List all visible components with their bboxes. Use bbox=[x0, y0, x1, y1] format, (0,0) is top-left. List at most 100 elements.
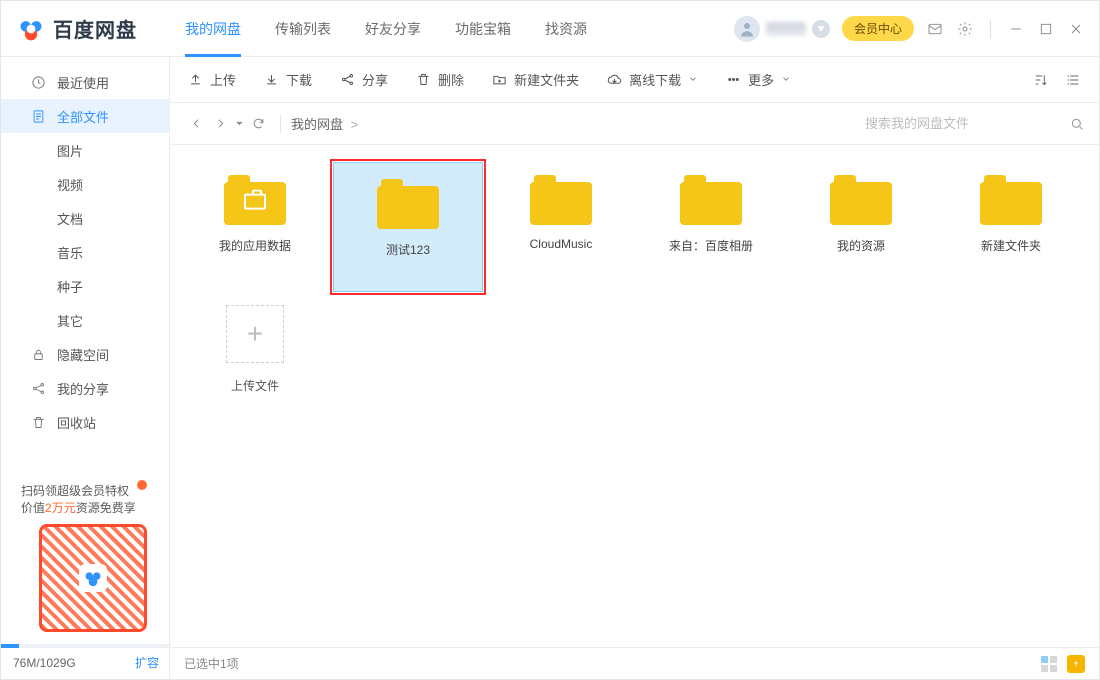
sidebar-item-label: 图片 bbox=[57, 141, 83, 160]
nav-back-button[interactable] bbox=[184, 112, 208, 136]
window-minimize-button[interactable] bbox=[1007, 20, 1025, 38]
list-view-icon[interactable] bbox=[1065, 72, 1081, 88]
breadcrumb-root[interactable]: 我的网盘 bbox=[291, 117, 343, 132]
tab-2[interactable]: 好友分享 bbox=[365, 1, 421, 57]
sidebar-item-label: 隐藏空间 bbox=[57, 345, 109, 364]
promo-line2: 价值2万元资源免费享 bbox=[21, 499, 157, 516]
avatar-icon bbox=[734, 16, 760, 42]
sidebar-item-label: 文档 bbox=[57, 209, 83, 228]
plus-icon: + bbox=[226, 305, 284, 363]
tab-3[interactable]: 功能宝箱 bbox=[455, 1, 511, 57]
trash-icon bbox=[29, 415, 47, 430]
upload-tile[interactable]: + 上传文件 bbox=[180, 295, 330, 425]
folder-item[interactable]: 来自：百度相册 bbox=[636, 159, 786, 289]
upload-icon bbox=[188, 72, 203, 87]
delete-button[interactable]: 删除 bbox=[416, 70, 464, 89]
sidebar-item-video[interactable]: 视频 bbox=[1, 167, 169, 201]
share-icon bbox=[340, 72, 355, 87]
folder-name: 我的资源 bbox=[837, 237, 885, 254]
search-input[interactable] bbox=[865, 116, 1035, 131]
main-panel: 上传 下载 分享 删除 新建文件夹 bbox=[170, 57, 1099, 679]
sidebar-item-label: 种子 bbox=[57, 277, 83, 296]
new-folder-icon bbox=[492, 72, 507, 87]
tab-0[interactable]: 我的网盘 bbox=[185, 1, 241, 57]
sidebar-item-music[interactable]: 音乐 bbox=[1, 235, 169, 269]
share-button[interactable]: 分享 bbox=[340, 70, 388, 89]
download-button[interactable]: 下载 bbox=[264, 70, 312, 89]
breadcrumb-separator: > bbox=[347, 117, 363, 132]
app-window: 百度网盘 我的网盘传输列表好友分享功能宝箱找资源 ♥ 会员中心 最近使用全部文件… bbox=[0, 0, 1100, 680]
vip-center-button[interactable]: 会员中心 bbox=[842, 16, 914, 41]
app-name: 百度网盘 bbox=[53, 14, 137, 43]
sidebar-item-recent[interactable]: 最近使用 bbox=[1, 65, 169, 99]
window-close-button[interactable] bbox=[1067, 20, 1085, 38]
folder-name: 测试123 bbox=[386, 241, 430, 258]
sidebar-item-label: 其它 bbox=[57, 311, 83, 330]
folder-item[interactable]: 我的应用数据 bbox=[180, 159, 330, 289]
sort-icon[interactable] bbox=[1033, 72, 1049, 88]
share-icon bbox=[29, 381, 47, 396]
separator bbox=[990, 20, 991, 38]
sidebar-item-all[interactable]: 全部文件 bbox=[1, 99, 169, 133]
promo-block[interactable]: 扫码领超级会员特权 价值2万元资源免费享 bbox=[1, 476, 169, 644]
sidebar-item-hidden[interactable]: 隐藏空间 bbox=[1, 337, 169, 371]
upload-button[interactable]: 上传 bbox=[188, 70, 236, 89]
sidebar-item-doc[interactable]: 文档 bbox=[1, 201, 169, 235]
folder-icon bbox=[530, 175, 592, 225]
grid-view-icon[interactable] bbox=[1041, 656, 1057, 672]
files-area[interactable]: 我的应用数据 测试123 CloudMusic 来自：百度相册 我的资源 新建文件夹 + 上传… bbox=[170, 145, 1099, 647]
expand-storage-link[interactable]: 扩容 bbox=[135, 654, 159, 671]
sidebar-item-trash[interactable]: 回收站 bbox=[1, 405, 169, 439]
new-folder-button[interactable]: 新建文件夹 bbox=[492, 70, 579, 89]
top-tabs: 我的网盘传输列表好友分享功能宝箱找资源 bbox=[185, 1, 587, 57]
download-icon bbox=[264, 72, 279, 87]
cloud-download-icon bbox=[607, 72, 622, 87]
sidebar-item-label: 全部文件 bbox=[57, 107, 109, 126]
search-icon[interactable] bbox=[1069, 116, 1085, 132]
chevron-down-icon bbox=[781, 72, 791, 87]
upload-tile-label: 上传文件 bbox=[231, 377, 279, 394]
storage-quota: 76M/1029G 扩容 bbox=[1, 644, 169, 679]
refresh-button[interactable] bbox=[246, 112, 270, 136]
folder-item[interactable]: 测试123 bbox=[333, 162, 483, 292]
quota-text: 76M/1029G bbox=[13, 656, 76, 670]
nav-dropdown-button[interactable] bbox=[232, 112, 246, 136]
more-button[interactable]: 更多 bbox=[726, 70, 791, 89]
promo-dot-icon bbox=[137, 480, 147, 490]
user-chip[interactable]: ♥ bbox=[734, 16, 830, 42]
app-logo: 百度网盘 bbox=[17, 14, 137, 43]
sidebar-item-pic[interactable]: 图片 bbox=[1, 133, 169, 167]
folder-icon bbox=[224, 175, 286, 225]
folder-name: 我的应用数据 bbox=[219, 237, 291, 254]
sidebar-item-share[interactable]: 我的分享 bbox=[1, 371, 169, 405]
search-box[interactable] bbox=[865, 116, 1085, 132]
transfer-button[interactable] bbox=[1067, 655, 1085, 673]
sidebar-item-seed[interactable]: 种子 bbox=[1, 269, 169, 303]
highlight-box: 测试123 bbox=[330, 159, 486, 295]
folder-item[interactable]: 新建文件夹 bbox=[936, 159, 1086, 289]
settings-gear-icon[interactable] bbox=[956, 20, 974, 38]
breadcrumb[interactable]: 我的网盘 > bbox=[291, 114, 362, 133]
window-maximize-button[interactable] bbox=[1037, 20, 1055, 38]
username-blurred bbox=[766, 22, 806, 36]
tab-4[interactable]: 找资源 bbox=[545, 1, 587, 57]
folder-name: 来自：百度相册 bbox=[669, 237, 753, 254]
path-navbar: 我的网盘 > bbox=[170, 103, 1099, 145]
sidebar-item-other[interactable]: 其它 bbox=[1, 303, 169, 337]
offline-download-button[interactable]: 离线下载 bbox=[607, 70, 698, 89]
tab-1[interactable]: 传输列表 bbox=[275, 1, 331, 57]
heart-badge-icon: ♥ bbox=[812, 20, 830, 38]
titlebar: 百度网盘 我的网盘传输列表好友分享功能宝箱找资源 ♥ 会员中心 bbox=[1, 1, 1099, 57]
folder-item[interactable]: 我的资源 bbox=[786, 159, 936, 289]
separator bbox=[280, 115, 281, 133]
sidebar-item-label: 我的分享 bbox=[57, 379, 109, 398]
sidebar-item-label: 最近使用 bbox=[57, 73, 109, 92]
folder-icon bbox=[680, 175, 742, 225]
folder-item[interactable]: CloudMusic bbox=[486, 159, 636, 289]
files-icon bbox=[29, 109, 47, 124]
chevron-down-icon bbox=[688, 72, 698, 87]
sidebar: 最近使用全部文件图片视频文档音乐种子其它隐藏空间我的分享回收站 扫码领超级会员特… bbox=[1, 57, 170, 679]
folder-icon bbox=[377, 179, 439, 229]
nav-forward-button[interactable] bbox=[208, 112, 232, 136]
mail-icon[interactable] bbox=[926, 20, 944, 38]
